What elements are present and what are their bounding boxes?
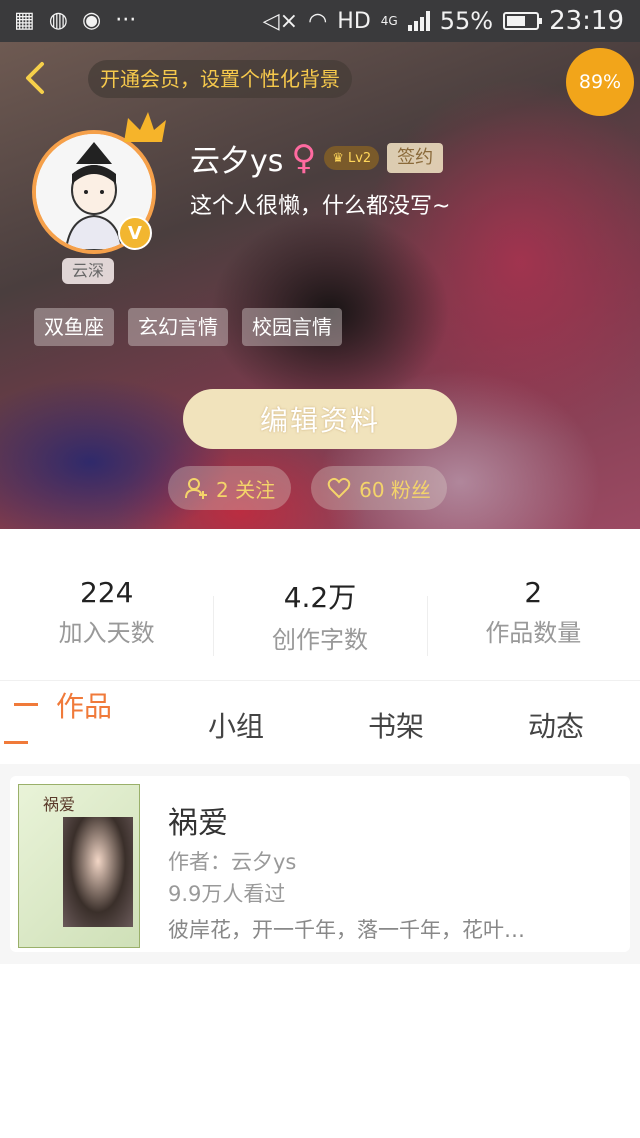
- wifi-icon: ◠: [308, 8, 328, 34]
- profile-header: 开通会员，设置个性化背景 89% V 云深 云夕ys ♀ ♛ Lv2 签约 这个人…: [0, 42, 640, 529]
- avatar-name-tag: 云深: [62, 258, 115, 284]
- stat-value: 4.2万: [283, 581, 357, 614]
- verified-icon: V: [118, 216, 152, 250]
- tab-bookshelf[interactable]: 书架: [368, 705, 424, 745]
- book-views: 9.9万人看过: [168, 882, 286, 906]
- bio: 这个人很懒，什么都没写~: [190, 194, 451, 219]
- add-user-icon: [185, 478, 207, 499]
- vip-banner[interactable]: 开通会员，设置个性化背景: [88, 60, 352, 98]
- fans-button[interactable]: 60 粉丝: [311, 466, 447, 510]
- stat-join-days[interactable]: 224 加入天数: [0, 576, 213, 666]
- tag-item[interactable]: 校园言情: [242, 308, 342, 346]
- female-icon: ♀: [291, 138, 317, 178]
- tag-list: 双鱼座 玄幻言情 校园言情: [34, 308, 342, 346]
- crown-icon: [124, 112, 166, 142]
- level-badge: ♛ Lv2: [324, 146, 380, 170]
- user-name-row: 云夕ys ♀ ♛ Lv2 签约: [190, 136, 444, 180]
- record-icon: ◉: [82, 8, 102, 33]
- tab-groups[interactable]: 小组: [208, 705, 264, 745]
- qr-icon: ▦: [14, 8, 35, 33]
- stats-row: 224 加入天数 4.2万 创作字数 2 作品数量: [0, 576, 640, 666]
- more-icon: ···: [115, 8, 137, 33]
- following-label: 2 关注: [216, 477, 276, 502]
- cover-photo: [63, 817, 133, 927]
- back-icon[interactable]: [18, 60, 54, 96]
- signal-icon: [407, 11, 430, 31]
- stat-label: 作品数量: [485, 619, 582, 647]
- book-title[interactable]: 祸爱: [168, 798, 228, 842]
- percent-badge[interactable]: 89%: [566, 48, 634, 116]
- clock: 23:19: [549, 6, 624, 36]
- tab-bar: 作品 小组 书架 动态: [0, 680, 640, 764]
- battery-percent: 55%: [439, 7, 494, 35]
- network-label: 4G: [380, 14, 398, 28]
- tab-indicator: [4, 741, 28, 744]
- stat-word-count[interactable]: 4.2万 创作字数: [213, 576, 426, 666]
- hd-label: HD: [337, 8, 371, 34]
- mute-icon: ◁×: [262, 8, 299, 34]
- stat-value: 224: [79, 576, 134, 609]
- following-button[interactable]: 2 关注: [168, 466, 292, 510]
- tag-item[interactable]: 双鱼座: [34, 308, 114, 346]
- tab-activity[interactable]: 动态: [528, 705, 584, 745]
- status-bar: ▦ ◍ ◉ ··· ◁× ◠ HD 4G 55% 23:19: [0, 0, 640, 42]
- level-label: Lv2: [347, 150, 372, 166]
- globe-icon: ◍: [48, 8, 68, 33]
- tab-indicator: [14, 703, 38, 706]
- fans-label: 60 粉丝: [359, 477, 431, 502]
- edit-profile-button[interactable]: 编辑资料: [183, 389, 457, 449]
- stat-label: 创作字数: [271, 626, 368, 654]
- stat-works-count[interactable]: 2 作品数量: [426, 576, 640, 666]
- work-card[interactable]: 祸爱 祸爱 作者：云夕ys 9.9万人看过 彼岸花，开一千年，落一千年，花叶…: [10, 776, 630, 952]
- tag-item[interactable]: 玄幻言情: [128, 308, 228, 346]
- level-crown-icon: ♛: [332, 150, 344, 166]
- stat-value: 2: [524, 576, 543, 609]
- follow-row: 2 关注 60 粉丝: [168, 466, 447, 510]
- heart-icon: [327, 477, 351, 499]
- sign-tag: 签约: [387, 143, 444, 173]
- battery-icon: [503, 12, 543, 30]
- book-author: 作者：云夕ys: [168, 850, 297, 874]
- tab-works[interactable]: 作品: [56, 685, 112, 725]
- book-cover[interactable]: 祸爱: [18, 784, 140, 948]
- book-description: 彼岸花，开一千年，落一千年，花叶…: [168, 918, 525, 942]
- cover-title: 祸爱: [43, 795, 76, 814]
- user-name: 云夕ys: [190, 144, 284, 179]
- stat-label: 加入天数: [58, 619, 155, 647]
